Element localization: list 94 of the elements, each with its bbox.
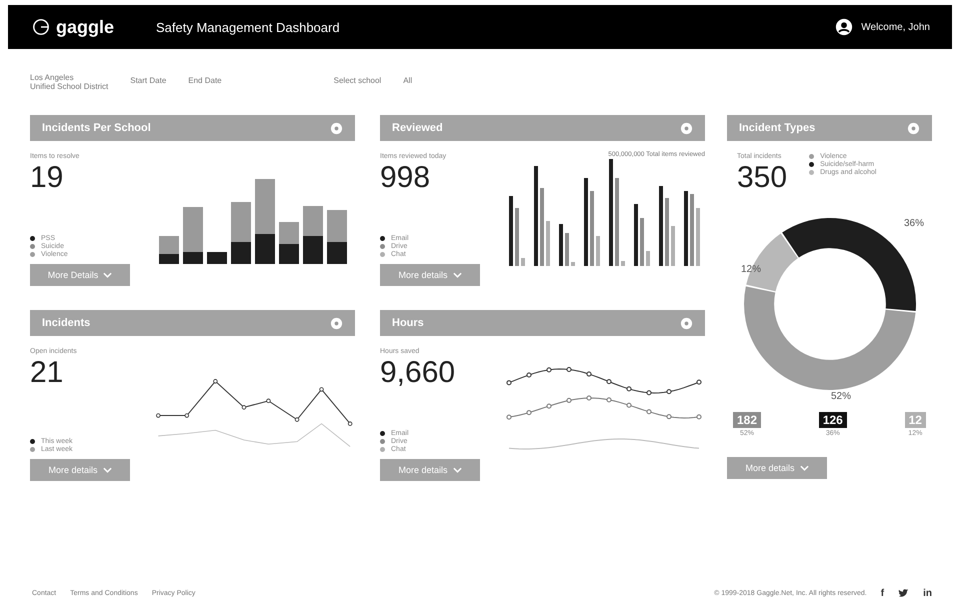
- settings-icon[interactable]: [680, 122, 693, 134]
- bar-segment: [303, 206, 323, 236]
- linkedin-link[interactable]: in: [923, 588, 932, 599]
- chevron-icon: [102, 467, 112, 473]
- data-point: [646, 390, 652, 396]
- count-tag: 12: [904, 412, 926, 428]
- bar-segment: [207, 252, 227, 264]
- data-point: [319, 387, 324, 392]
- bar: [671, 226, 675, 266]
- slice-label: 12%: [741, 264, 762, 275]
- more-details-button[interactable]: More Details: [30, 264, 130, 286]
- settings-icon[interactable]: [330, 122, 343, 134]
- logo-text[interactable]: gaggle: [56, 16, 114, 38]
- data-point: [566, 398, 572, 403]
- data-point: [666, 414, 672, 420]
- bar: [690, 194, 694, 266]
- settings-icon[interactable]: [330, 316, 343, 330]
- chevron-icon: [452, 467, 462, 473]
- bar: [634, 204, 638, 266]
- data-point: [348, 422, 352, 426]
- data-point: [696, 380, 702, 385]
- data-point: [696, 414, 702, 420]
- welcome-text: Welcome, John: [861, 22, 930, 32]
- data-point: [626, 386, 632, 392]
- data-point: [184, 413, 190, 418]
- card-title: Hours: [392, 317, 424, 329]
- district-name: Los Angeles: [30, 73, 75, 82]
- count-tag: 182: [733, 412, 762, 428]
- more-details-button[interactable]: More details: [380, 459, 480, 481]
- bar: [546, 221, 550, 266]
- slice-label: 36%: [904, 218, 924, 229]
- bar: [646, 251, 650, 266]
- facebook-link[interactable]: f: [880, 588, 884, 599]
- data-point: [526, 372, 532, 378]
- settings-icon[interactable]: [907, 122, 920, 134]
- district-name: Unified School District: [30, 82, 108, 91]
- school-label: Select school: [334, 75, 382, 85]
- chevron-icon: [103, 272, 112, 278]
- logo-icon: [32, 18, 50, 36]
- bar: [571, 262, 575, 266]
- user-avatar-icon[interactable]: [835, 18, 854, 36]
- card-title: Incidents Per School: [42, 122, 151, 134]
- count-tag: 126: [818, 412, 847, 428]
- data-point: [646, 409, 652, 414]
- metric-value: 998: [380, 160, 432, 196]
- bird-icon[interactable]: [898, 589, 910, 598]
- bar: [565, 233, 569, 266]
- bar: [509, 196, 513, 266]
- card-title: Incident Types: [739, 122, 816, 134]
- bar: [640, 218, 644, 266]
- metric-value: 9,660: [380, 355, 456, 391]
- data-point: [266, 398, 271, 404]
- data-point: [586, 372, 592, 377]
- app-title: Safety Management Dashboard: [156, 20, 340, 34]
- bar-segment: [303, 236, 323, 264]
- card-title: Incidents: [42, 317, 90, 329]
- more-details-button[interactable]: More details: [380, 264, 480, 286]
- data-point: [666, 389, 672, 394]
- metric-value: 350: [737, 160, 788, 196]
- data-point: [506, 414, 512, 420]
- bar: [596, 236, 600, 266]
- metric-value: 19: [30, 160, 64, 196]
- data-point: [213, 379, 218, 384]
- card-title: Reviewed: [392, 122, 443, 134]
- chevron-icon: [452, 272, 462, 278]
- bar: [621, 261, 625, 266]
- data-point: [546, 404, 552, 409]
- school-select[interactable]: All: [403, 73, 412, 85]
- slice-label: 52%: [831, 391, 852, 402]
- settings-icon[interactable]: [680, 316, 693, 330]
- more-details-button[interactable]: More details: [727, 457, 827, 479]
- bar-segment: [279, 222, 299, 244]
- start-date-field[interactable]: Start Date: [130, 73, 166, 85]
- bar: [665, 198, 669, 266]
- more-details-button[interactable]: More details: [30, 459, 130, 481]
- chevron-icon: [800, 465, 809, 471]
- bar: [696, 208, 700, 266]
- bar: [515, 208, 519, 266]
- bar: [521, 258, 525, 266]
- data-point: [526, 410, 532, 416]
- data-point: [242, 405, 246, 410]
- metric-value: 21: [30, 355, 64, 391]
- bar: [559, 224, 563, 266]
- data-point: [586, 396, 592, 400]
- data-point: [156, 413, 160, 418]
- data-point: [506, 380, 512, 386]
- data-point: [606, 397, 612, 402]
- data-point: [294, 417, 300, 422]
- data-point: [566, 367, 572, 372]
- bar-segment: [279, 244, 299, 264]
- end-date-field[interactable]: End Date: [188, 73, 222, 85]
- data-point: [546, 367, 552, 372]
- data-point: [606, 379, 612, 384]
- data-point: [626, 402, 632, 408]
